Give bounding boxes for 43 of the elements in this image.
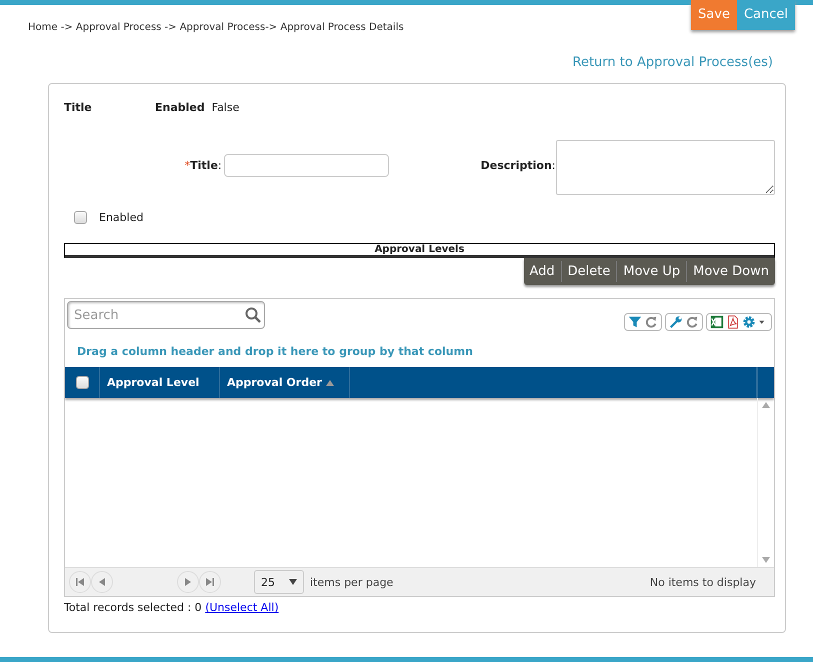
pdf-icon[interactable]	[726, 314, 740, 330]
previous-icon[interactable]	[99, 578, 105, 586]
breadcrumb: Home -> Approval Process -> Approval Process-> Approval Process Details	[28, 22, 405, 33]
title-field-label: *Title:	[184, 159, 222, 172]
selection-summary: Total records selected : 0 (Unselect All)	[64, 601, 280, 614]
column-header[interactable]: Approval Level	[107, 376, 200, 389]
title-label: Title	[64, 101, 93, 114]
toolbar-button[interactable]: Move Up	[616, 261, 686, 282]
last-page-icon[interactable]	[206, 578, 214, 586]
toolbar-button[interactable]: Delete	[560, 261, 616, 282]
scroll-down-icon[interactable]	[762, 557, 770, 563]
refresh-icon[interactable]	[685, 314, 699, 330]
search-field[interactable]: Search	[67, 301, 265, 329]
group-hint: Drag a column header and drop it here to group by that column	[77, 345, 474, 358]
first-page-icon[interactable]	[76, 578, 84, 586]
next-page-button[interactable]	[177, 571, 199, 593]
title-input[interactable]	[224, 154, 389, 177]
refresh-icon[interactable]	[644, 314, 658, 330]
toolbar-button[interactable]: Add	[524, 261, 561, 282]
filter-icon[interactable]	[628, 314, 642, 330]
description-label: Description:	[480, 159, 556, 172]
select-all-checkbox[interactable]	[76, 376, 88, 389]
wrench-icon[interactable]	[669, 314, 683, 330]
caret-icon[interactable]	[289, 579, 297, 585]
items-per-page-label: items per page	[310, 576, 394, 588]
enabled-checkbox-label: Enabled	[99, 211, 144, 224]
scroll-up-icon[interactable]	[762, 402, 770, 408]
search-icon[interactable]	[245, 307, 261, 323]
enabled-value: False	[212, 101, 240, 114]
enabled-label: Enabled	[155, 101, 205, 114]
previous-page-button[interactable]	[91, 571, 113, 593]
settings-icon[interactable]	[742, 314, 756, 330]
column-header[interactable]: Approval Order	[227, 376, 322, 389]
first-page-button[interactable]	[69, 571, 91, 593]
unselect-all-link[interactable]: (Unselect All)	[205, 601, 279, 614]
page-size-dropdown[interactable]: 25	[254, 570, 304, 594]
description-input[interactable]	[556, 140, 775, 195]
pager-status: No items to display	[650, 576, 756, 588]
next-icon[interactable]	[185, 578, 191, 586]
spreadsheet-icon[interactable]	[710, 314, 724, 330]
enabled-checkbox[interactable]	[74, 211, 87, 224]
last-page-button[interactable]	[199, 571, 221, 593]
toolbar-button[interactable]: Move Down	[686, 261, 775, 282]
